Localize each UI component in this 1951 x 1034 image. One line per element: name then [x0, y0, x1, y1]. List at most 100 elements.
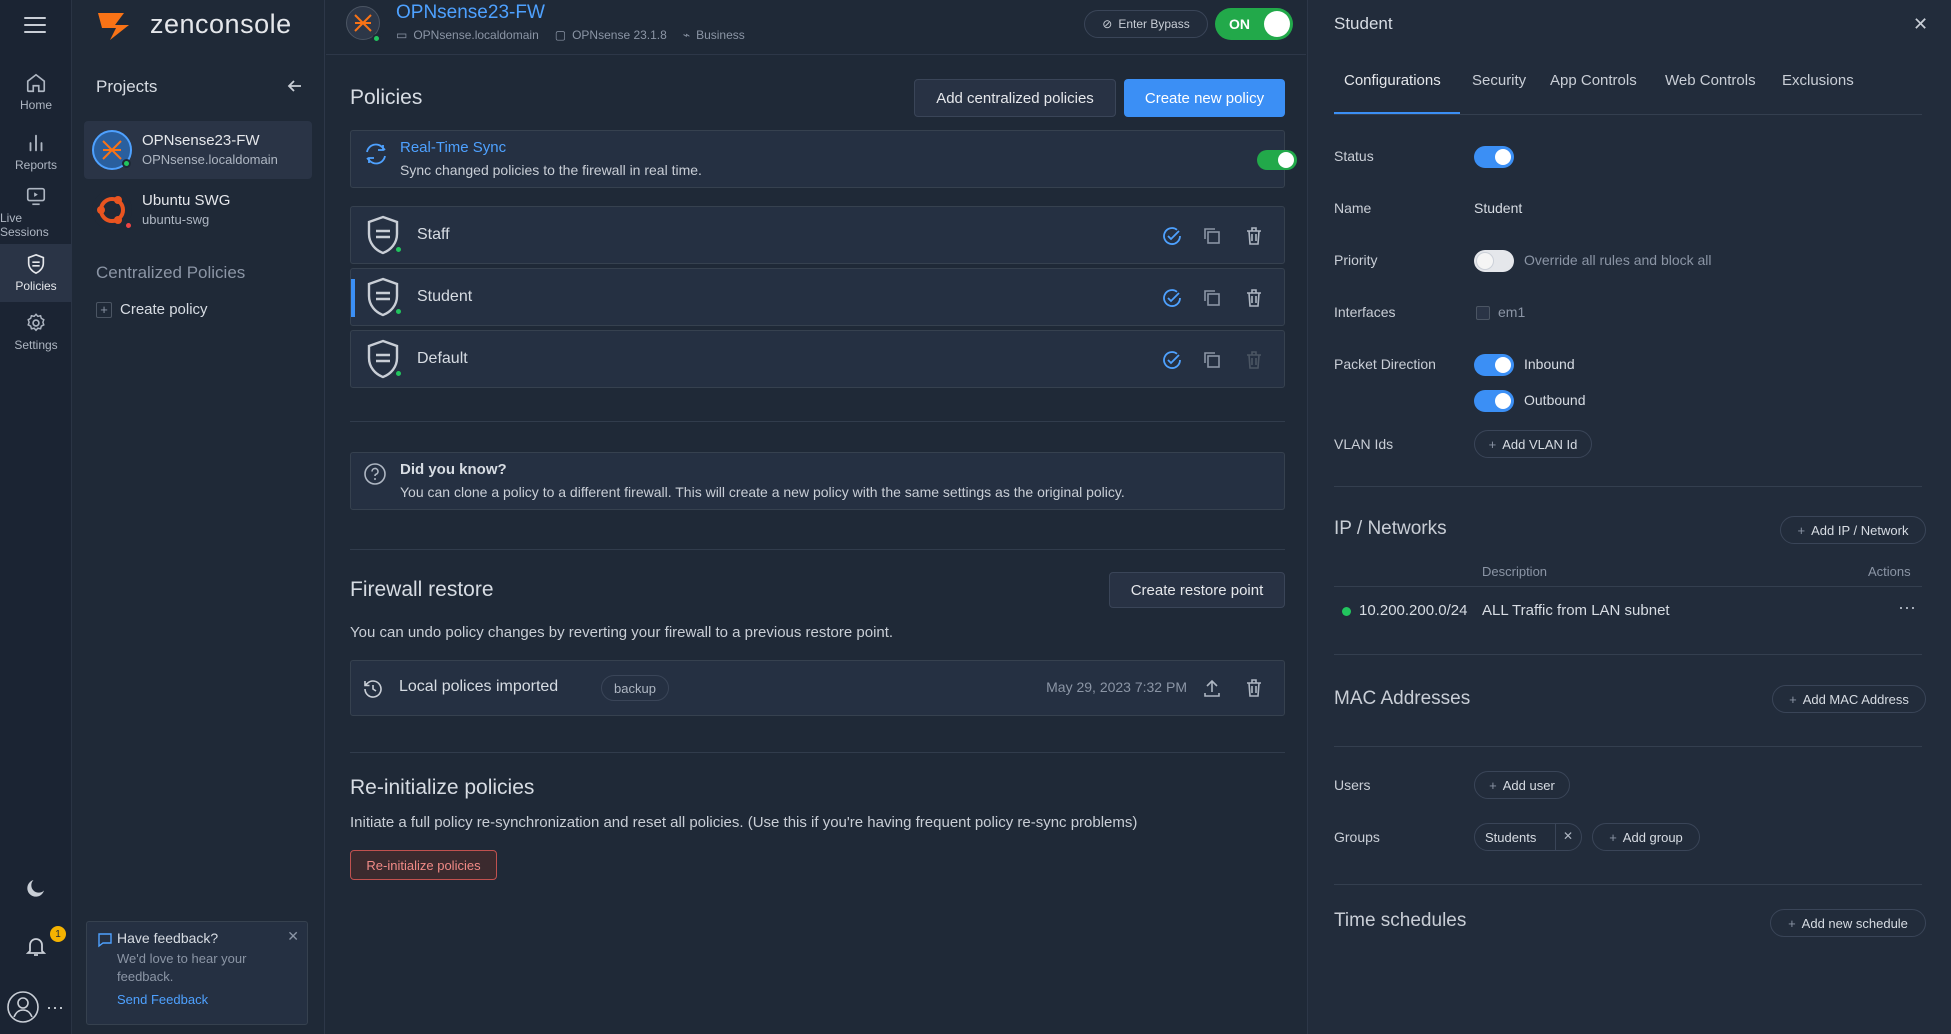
hamburger-menu-icon[interactable]	[24, 16, 46, 34]
feedback-title: Have feedback?	[117, 930, 219, 946]
nav-rail: Home Reports Live Sessions Policies Sett…	[0, 0, 72, 1034]
project-item[interactable]: Ubuntu SWG ubuntu-swg	[84, 181, 312, 239]
send-feedback-link[interactable]: Send Feedback	[117, 992, 208, 1007]
copy-icon[interactable]	[1201, 287, 1223, 309]
sync-toggle[interactable]	[1257, 150, 1297, 170]
interface-checkbox[interactable]	[1476, 306, 1490, 320]
add-ip-network-button[interactable]: + Add IP / Network	[1780, 516, 1926, 544]
outbound-toggle-knob	[1495, 393, 1511, 409]
copy-icon[interactable]	[1201, 349, 1223, 371]
time-schedules-title: Time schedules	[1334, 910, 1467, 931]
tag-icon: ⌁	[682, 28, 691, 42]
create-new-policy-button[interactable]: Create new policy	[1124, 79, 1285, 117]
outbound-toggle[interactable]	[1474, 390, 1514, 412]
device-version: OPNsense 23.1.8	[572, 28, 667, 42]
projects-title: Projects	[96, 77, 158, 96]
ubuntu-logo-icon	[92, 190, 133, 230]
project-host: ubuntu-swg	[142, 212, 210, 227]
check-circle-icon[interactable]	[1161, 225, 1183, 247]
divider	[1334, 486, 1922, 487]
policy-row[interactable]: Default	[350, 330, 1285, 388]
nav-policies[interactable]: Policies	[0, 244, 72, 302]
trash-icon[interactable]	[1243, 677, 1265, 699]
user-avatar-icon[interactable]	[6, 990, 40, 1024]
upload-icon[interactable]	[1201, 677, 1223, 699]
main-content: Policies Add centralized policies Create…	[326, 56, 1306, 1034]
add-centralized-policies-button[interactable]: Add centralized policies	[914, 79, 1116, 117]
policy-row[interactable]: Student	[350, 268, 1285, 326]
policy-row[interactable]: Staff	[350, 206, 1285, 264]
outbound-label: Outbound	[1524, 392, 1586, 408]
priority-toggle[interactable]	[1474, 250, 1514, 272]
moon-icon[interactable]	[24, 876, 48, 900]
check-circle-icon[interactable]	[1161, 287, 1183, 309]
add-user-button[interactable]: + Add user	[1474, 771, 1570, 799]
bar-chart-icon	[25, 132, 47, 158]
users-label: Users	[1334, 777, 1371, 793]
logo-text: zenconsole	[150, 9, 292, 39]
device-title[interactable]: OPNsense23-FW	[396, 2, 545, 24]
inbound-toggle[interactable]	[1474, 354, 1514, 376]
sync-toggle-knob	[1278, 152, 1294, 168]
group-tag-divider	[1555, 824, 1556, 850]
add-group-button[interactable]: + Add group	[1592, 823, 1700, 851]
enter-bypass-button[interactable]: ⊘ Enter Bypass	[1084, 10, 1208, 38]
plus-icon: +	[1789, 691, 1797, 707]
power-toggle[interactable]: ON	[1215, 8, 1293, 40]
tab-exclusions[interactable]: Exclusions	[1782, 72, 1854, 89]
nav-reports[interactable]: Reports	[0, 124, 72, 180]
close-icon[interactable]: ✕	[1913, 14, 1928, 35]
trash-icon[interactable]	[1243, 287, 1265, 309]
add-schedule-label: Add new schedule	[1801, 915, 1908, 931]
tab-app-controls[interactable]: App Controls	[1550, 72, 1637, 89]
more-options-icon[interactable]: ⋯	[46, 998, 65, 1019]
network-status-dot	[1342, 607, 1351, 616]
nav-settings-label: Settings	[14, 338, 58, 352]
notification-badge: 1	[50, 926, 66, 942]
sync-icon	[363, 141, 389, 167]
realtime-sync-card: Real-Time Sync Sync changed policies to …	[350, 130, 1297, 188]
plus-icon: +	[1788, 915, 1796, 931]
add-group-label: Add group	[1622, 829, 1683, 845]
add-mac-address-button[interactable]: + Add MAC Address	[1772, 685, 1926, 713]
priority-toggle-knob	[1477, 253, 1493, 269]
add-vlan-button[interactable]: + Add VLAN Id	[1474, 430, 1592, 458]
nav-policies-label: Policies	[15, 279, 57, 293]
chat-icon	[97, 932, 113, 948]
tip-title: Did you know?	[400, 461, 507, 478]
priority-label: Priority	[1334, 252, 1378, 268]
logo-area: zenconsole	[72, 0, 325, 55]
create-policy-link[interactable]: + Create policy	[96, 301, 208, 318]
reinitialize-button[interactable]: Re-initialize policies	[350, 850, 497, 880]
centralized-policies-title: Centralized Policies	[96, 263, 246, 282]
divider	[1334, 884, 1922, 885]
ip-description-header: Description	[1482, 564, 1548, 579]
remove-tag-icon[interactable]: ✕	[1563, 829, 1573, 843]
project-avatar	[92, 130, 132, 170]
tab-configurations[interactable]: Configurations	[1344, 72, 1441, 89]
tab-web-controls[interactable]: Web Controls	[1665, 72, 1756, 89]
ip-actions-header: Actions	[1868, 564, 1911, 579]
device-status-dot	[372, 34, 381, 43]
row-more-icon[interactable]: ⋯	[1898, 598, 1916, 619]
nav-home[interactable]: Home	[0, 64, 72, 120]
create-restore-point-button[interactable]: Create restore point	[1109, 572, 1285, 608]
copy-icon[interactable]	[1201, 225, 1223, 247]
collapse-arrow-icon[interactable]	[286, 77, 304, 95]
add-schedule-button[interactable]: + Add new schedule	[1770, 909, 1926, 937]
project-status-dot	[124, 221, 133, 230]
nav-settings[interactable]: Settings	[0, 304, 72, 360]
tab-security[interactable]: Security	[1472, 72, 1526, 89]
firewall-restore-title: Firewall restore	[350, 578, 494, 601]
bell-icon[interactable]	[24, 934, 48, 958]
close-icon[interactable]: ✕	[287, 928, 299, 945]
nav-live-sessions[interactable]: Live Sessions	[0, 184, 72, 240]
status-toggle[interactable]	[1474, 146, 1514, 168]
active-tab-indicator	[1334, 112, 1460, 114]
nav-reports-label: Reports	[14, 158, 58, 172]
trash-icon[interactable]	[1243, 225, 1265, 247]
group-tag: Students ✕	[1474, 823, 1582, 851]
check-circle-icon[interactable]	[1161, 349, 1183, 371]
project-item[interactable]: OPNsense23-FW OPNsense.localdomain	[84, 121, 312, 179]
ip-networks-title: IP / Networks	[1334, 518, 1447, 539]
